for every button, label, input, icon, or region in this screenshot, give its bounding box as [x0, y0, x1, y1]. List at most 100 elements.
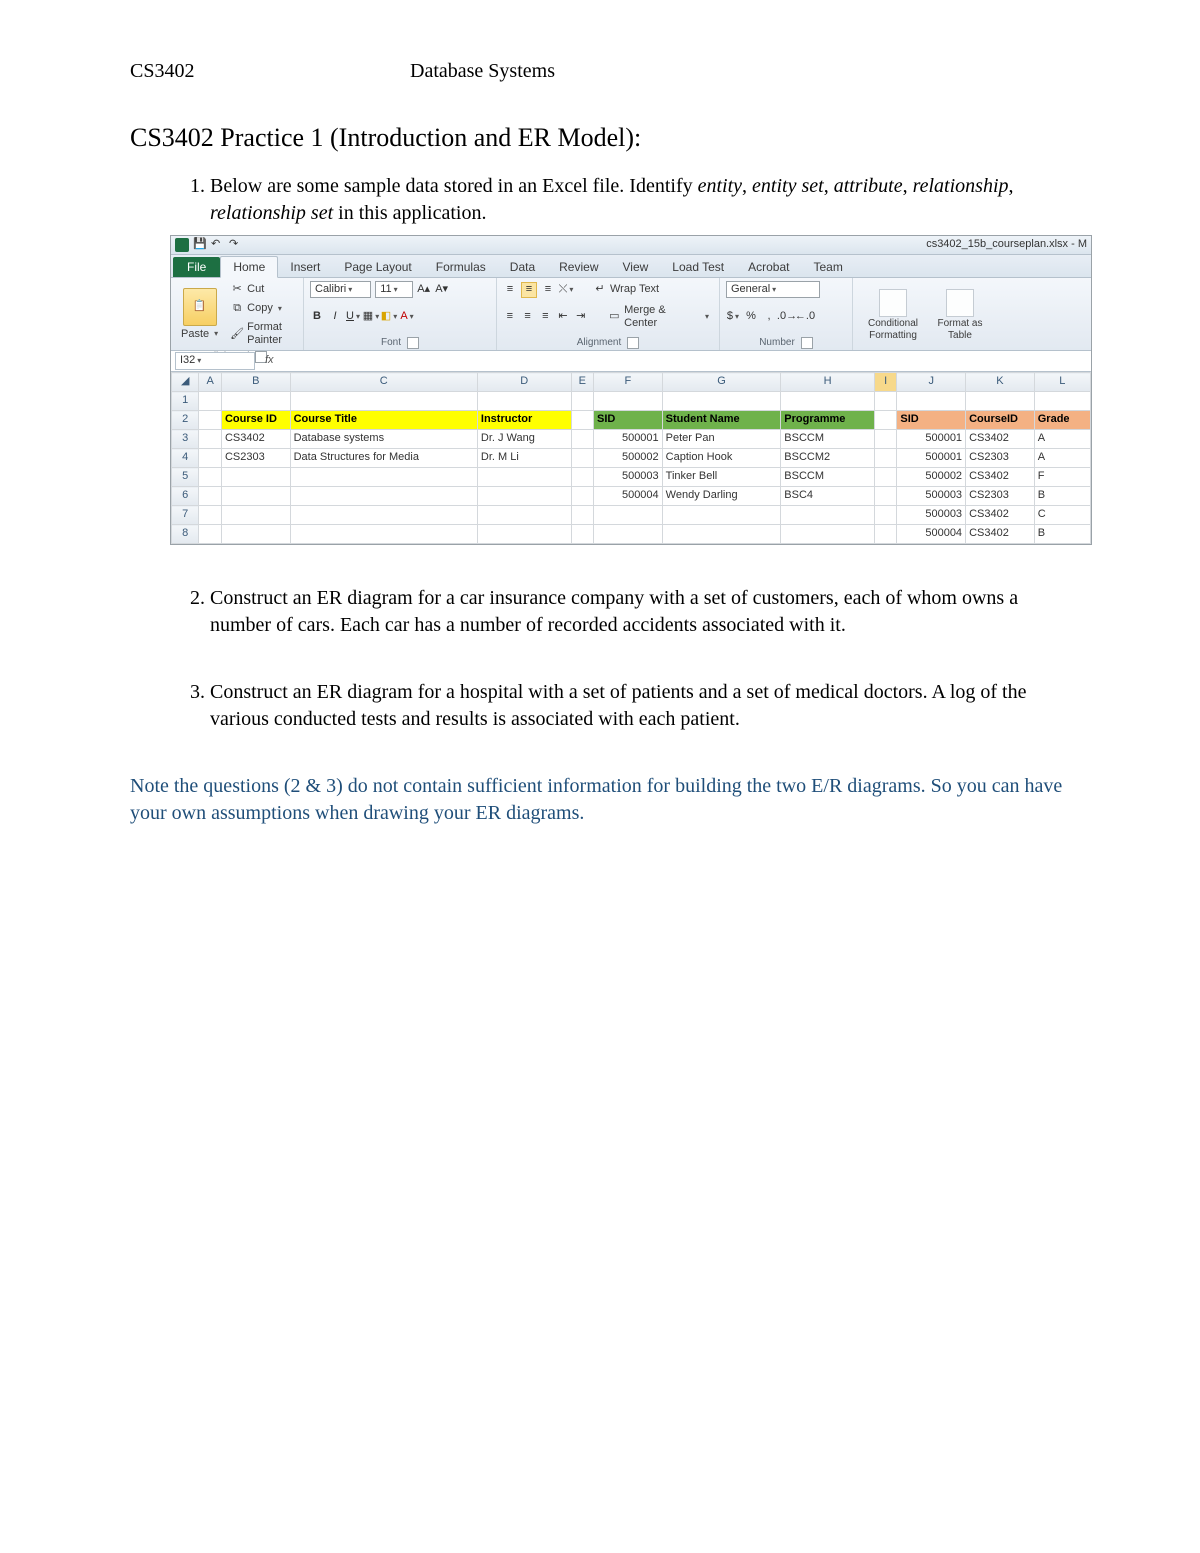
cell[interactable]: BSC4 — [781, 487, 875, 506]
format-painter-button[interactable]: 🖌Format Painter — [226, 319, 297, 349]
align-left-icon[interactable]: ≡ — [503, 310, 517, 324]
cut-button[interactable]: ✂Cut — [226, 281, 297, 299]
col-C[interactable]: C — [290, 373, 477, 392]
comma-icon[interactable]: , — [762, 310, 776, 324]
decrease-indent-icon[interactable]: ⇤ — [556, 310, 570, 324]
cell[interactable]: 500003 — [897, 506, 966, 525]
font-color-button[interactable]: A — [400, 310, 414, 324]
name-box[interactable]: I32 — [175, 352, 255, 369]
align-right-icon[interactable]: ≡ — [538, 310, 552, 324]
font-name-select[interactable]: Calibri — [310, 281, 371, 298]
increase-indent-icon[interactable]: ⇥ — [574, 310, 588, 324]
cell[interactable]: BSCCM2 — [781, 449, 875, 468]
cell[interactable]: CS3402 — [966, 506, 1035, 525]
bold-button[interactable]: B — [310, 310, 324, 324]
col-A[interactable]: A — [199, 373, 221, 392]
tab-review[interactable]: Review — [547, 257, 610, 277]
cell[interactable]: CS3402 — [966, 468, 1035, 487]
tab-view[interactable]: View — [611, 257, 661, 277]
col-F[interactable]: F — [594, 373, 663, 392]
hdr-grade[interactable]: Grade — [1034, 411, 1090, 430]
format-as-table-button[interactable]: Format as Table — [931, 289, 989, 342]
tab-formulas[interactable]: Formulas — [424, 257, 498, 277]
tab-insert[interactable]: Insert — [278, 257, 332, 277]
tab-data[interactable]: Data — [498, 257, 547, 277]
cell[interactable]: B — [1034, 487, 1090, 506]
tab-load-test[interactable]: Load Test — [660, 257, 736, 277]
cell[interactable]: BSCCM — [781, 430, 875, 449]
cell[interactable]: CS2303 — [221, 449, 290, 468]
font-size-select[interactable]: 11 — [375, 281, 412, 298]
col-I[interactable]: I — [874, 373, 896, 392]
cell[interactable]: C — [1034, 506, 1090, 525]
currency-icon[interactable]: $ — [726, 310, 740, 324]
cell[interactable]: CS3402 — [221, 430, 290, 449]
tab-page-layout[interactable]: Page Layout — [332, 257, 423, 277]
spreadsheet-grid[interactable]: ◢ A B C D E F G H I J K L 1 — [171, 372, 1091, 544]
cell[interactable]: CS2303 — [966, 487, 1035, 506]
col-G[interactable]: G — [662, 373, 781, 392]
col-L[interactable]: L — [1034, 373, 1090, 392]
tab-file[interactable]: File — [173, 257, 220, 277]
hdr-course-id[interactable]: Course ID — [221, 411, 290, 430]
hdr-course-title[interactable]: Course Title — [290, 411, 477, 430]
merge-center-button[interactable]: ▭Merge & Center — [603, 302, 713, 332]
cell[interactable]: 500002 — [897, 468, 966, 487]
align-middle-icon[interactable]: ≡ — [521, 282, 537, 298]
cell[interactable]: B — [1034, 525, 1090, 544]
decrease-decimal-icon[interactable]: ←.0 — [798, 310, 812, 324]
align-top-icon[interactable]: ≡ — [503, 283, 517, 297]
cell[interactable]: Dr. M Li — [477, 449, 571, 468]
grow-font-icon[interactable]: A▴ — [417, 283, 431, 297]
hdr-sid[interactable]: SID — [594, 411, 663, 430]
paste-icon[interactable]: 📋 — [183, 288, 217, 326]
cell[interactable]: A — [1034, 449, 1090, 468]
tab-team[interactable]: Team — [801, 257, 854, 277]
undo-icon[interactable]: ↶ — [211, 238, 225, 252]
cell[interactable]: 500001 — [594, 430, 663, 449]
increase-decimal-icon[interactable]: .0→ — [780, 310, 794, 324]
cell[interactable]: 500001 — [897, 449, 966, 468]
cell[interactable]: Wendy Darling — [662, 487, 781, 506]
align-bottom-icon[interactable]: ≡ — [541, 283, 555, 297]
cell[interactable]: 500003 — [594, 468, 663, 487]
fx-icon[interactable]: fx — [259, 354, 280, 367]
shrink-font-icon[interactable]: A▾ — [435, 283, 449, 297]
cell[interactable]: 500002 — [594, 449, 663, 468]
col-E[interactable]: E — [571, 373, 593, 392]
font-launcher-icon[interactable] — [407, 337, 419, 349]
formula-input[interactable] — [280, 353, 1091, 369]
hdr-programme[interactable]: Programme — [781, 411, 875, 430]
wrap-text-button[interactable]: ↵Wrap Text — [589, 281, 663, 299]
cell[interactable]: 500001 — [897, 430, 966, 449]
cell[interactable]: 500004 — [594, 487, 663, 506]
select-all-cell[interactable]: ◢ — [172, 373, 199, 392]
number-format-select[interactable]: General — [726, 281, 820, 298]
number-launcher-icon[interactable] — [801, 337, 813, 349]
tab-acrobat[interactable]: Acrobat — [736, 257, 801, 277]
hdr-student-name[interactable]: Student Name — [662, 411, 781, 430]
cell[interactable]: Tinker Bell — [662, 468, 781, 487]
percent-icon[interactable]: % — [744, 310, 758, 324]
cell[interactable]: BSCCM — [781, 468, 875, 487]
hdr-instructor[interactable]: Instructor — [477, 411, 571, 430]
col-H[interactable]: H — [781, 373, 875, 392]
copy-button[interactable]: ⧉Copy — [226, 300, 297, 318]
redo-icon[interactable]: ↷ — [229, 238, 243, 252]
cell[interactable]: A — [1034, 430, 1090, 449]
fill-color-button[interactable]: ◧ — [382, 310, 396, 324]
cell[interactable]: Dr. J Wang — [477, 430, 571, 449]
italic-button[interactable]: I — [328, 310, 342, 324]
conditional-formatting-button[interactable]: Conditional Formatting — [859, 289, 927, 342]
col-D[interactable]: D — [477, 373, 571, 392]
cell[interactable]: Data Structures for Media — [290, 449, 477, 468]
save-icon[interactable]: 💾 — [193, 238, 207, 252]
cell[interactable]: CS3402 — [966, 525, 1035, 544]
cell[interactable]: CS3402 — [966, 430, 1035, 449]
alignment-launcher-icon[interactable] — [627, 337, 639, 349]
cell[interactable]: Database systems — [290, 430, 477, 449]
orientation-icon[interactable]: ⤬ — [559, 283, 573, 297]
cell[interactable]: Caption Hook — [662, 449, 781, 468]
col-J[interactable]: J — [897, 373, 966, 392]
col-K[interactable]: K — [966, 373, 1035, 392]
